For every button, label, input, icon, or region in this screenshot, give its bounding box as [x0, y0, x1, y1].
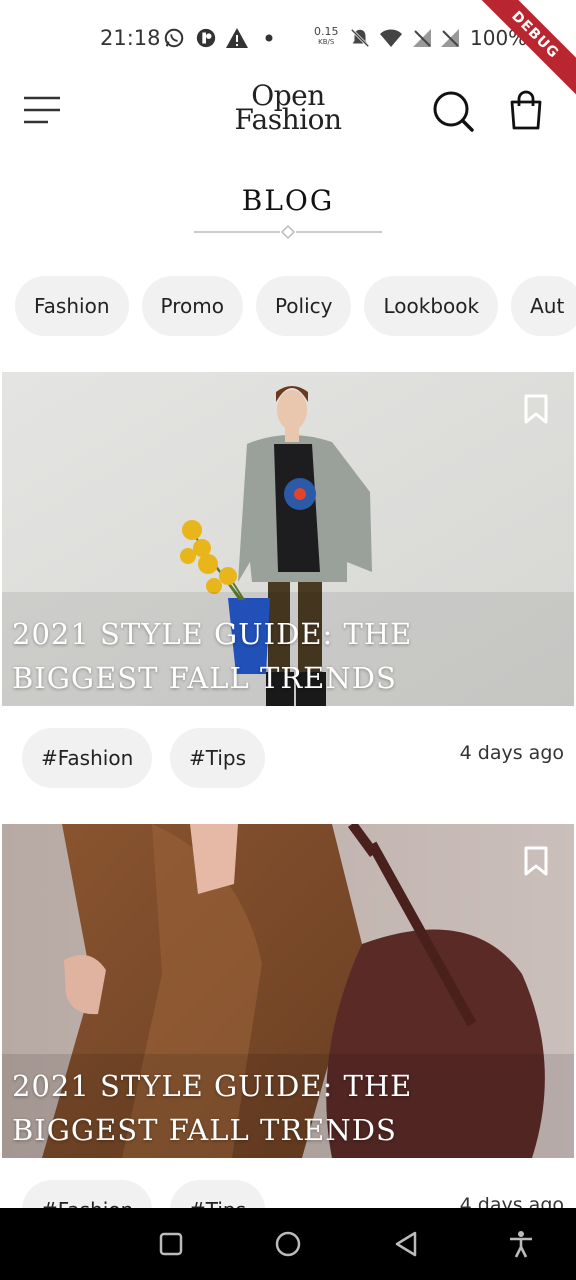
app-icon: [194, 26, 218, 50]
accessibility-icon: [510, 1231, 532, 1258]
category-chip-lookbook[interactable]: Lookbook: [364, 276, 499, 336]
status-bar: 21:18 0.15 KB/S 100%: [0, 0, 576, 72]
menu-button[interactable]: [22, 94, 62, 126]
post-title[interactable]: 2021 STYLE GUIDE: THE BIGGEST FALL TREND…: [12, 612, 554, 700]
no-signal-icon: [410, 26, 434, 50]
cart-button[interactable]: [506, 90, 546, 132]
wifi-icon: [379, 26, 403, 50]
title-divider: [194, 224, 382, 240]
home-icon: [275, 1231, 301, 1257]
post-tag-fashion[interactable]: #Fashion: [22, 728, 153, 788]
whatsapp-icon: [162, 26, 186, 50]
post-meta: #Fashion #Tips 4 days ago: [2, 706, 574, 824]
category-chip-policy[interactable]: Policy: [255, 276, 352, 336]
net-speed: 0.15 KB/S: [314, 26, 339, 47]
blog-post-card[interactable]: 2021 STYLE GUIDE: THE BIGGEST FALL TREND…: [2, 372, 574, 824]
status-time: 21:18: [100, 26, 161, 50]
no-signal-icon: [438, 26, 462, 50]
bookmark-icon[interactable]: [524, 846, 548, 876]
recents-button[interactable]: [155, 1228, 187, 1260]
recents-icon: [159, 1232, 183, 1256]
category-chip-fashion[interactable]: Fashion: [15, 276, 129, 336]
system-nav-bar: [0, 1208, 576, 1280]
dot-icon: [257, 26, 281, 50]
app-logo[interactable]: Open Fashion: [220, 82, 356, 136]
accessibility-button[interactable]: [505, 1228, 537, 1260]
page-title: BLOG: [241, 184, 335, 217]
home-button[interactable]: [272, 1228, 304, 1260]
shopping-bag-icon: [510, 90, 542, 130]
menu-icon: [24, 96, 60, 124]
app-header: Open Fashion: [0, 72, 576, 148]
category-chip-autumn[interactable]: Aut: [511, 276, 576, 336]
post-date: 4 days ago: [459, 742, 564, 764]
back-button[interactable]: [390, 1228, 422, 1260]
category-chip-promo[interactable]: Promo: [141, 276, 243, 336]
search-button[interactable]: [432, 90, 474, 132]
mute-icon: [348, 26, 372, 50]
post-image[interactable]: 2021 STYLE GUIDE: THE BIGGEST FALL TREND…: [2, 372, 574, 706]
warning-icon: [225, 26, 249, 50]
post-tag-tips[interactable]: #Tips: [170, 728, 266, 788]
bookmark-icon[interactable]: [524, 394, 548, 424]
category-chips: Fashion Promo Policy Lookbook Aut: [15, 276, 576, 336]
logo-line-2: Fashion: [234, 103, 342, 136]
net-speed-unit: KB/S: [318, 38, 335, 46]
post-image[interactable]: 2021 STYLE GUIDE: THE BIGGEST FALL TREND…: [2, 824, 574, 1158]
search-icon: [433, 91, 474, 132]
back-icon: [395, 1231, 417, 1257]
post-title[interactable]: 2021 STYLE GUIDE: THE BIGGEST FALL TREND…: [12, 1064, 554, 1152]
